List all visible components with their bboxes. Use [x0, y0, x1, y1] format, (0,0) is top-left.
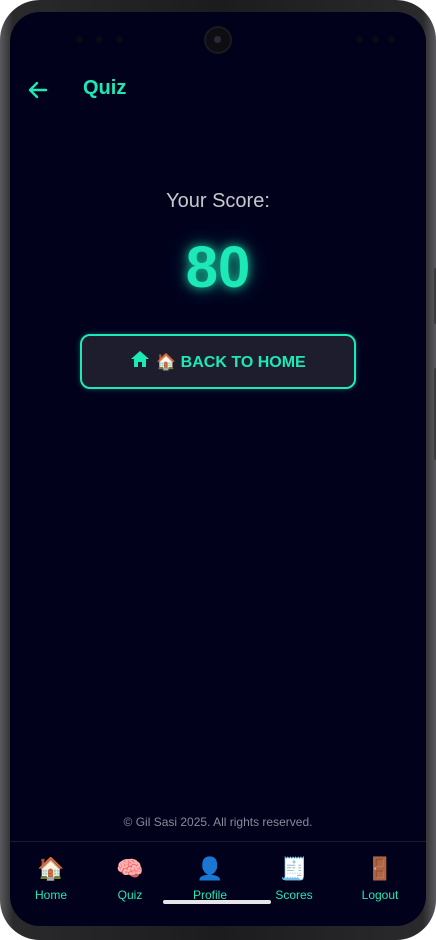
front-camera [206, 28, 230, 52]
phone-frame: Quiz Your Score: 80 🏠 BACK TO HOME © Gil… [0, 0, 436, 940]
nav-label: Logout [361, 888, 399, 902]
copyright-text: © Gil Sasi 2025. All rights reserved. [123, 815, 313, 829]
score-value: 80 [185, 235, 251, 300]
wifi-icon [356, 36, 363, 43]
nav-item-quiz[interactable]: 🧠 Quiz [90, 842, 170, 914]
nav-item-logout[interactable]: 🚪 Logout [340, 842, 420, 914]
score-label: Your Score: [166, 190, 270, 212]
gesture-home-indicator[interactable] [163, 900, 271, 904]
status-bar [10, 12, 426, 60]
app-bar: Quiz [10, 68, 426, 112]
back-to-home-button[interactable]: 🏠 BACK TO HOME [80, 334, 356, 389]
page-title: Quiz [83, 77, 127, 99]
receipt-icon: 🧾 [280, 856, 308, 881]
app-screen: Quiz Your Score: 80 🏠 BACK TO HOME © Gil… [10, 12, 426, 926]
back-arrow-icon[interactable] [26, 78, 50, 102]
home-icon [130, 350, 150, 373]
brain-icon: 🧠 [116, 856, 144, 881]
battery-icon [388, 36, 395, 43]
home-icon: 🏠 [37, 856, 65, 881]
signal-icon [372, 36, 379, 43]
nav-label: Quiz [117, 888, 143, 902]
user-icon: 👤 [196, 856, 224, 881]
bottom-navigation: 🏠 Home 🧠 Quiz 👤 Profile 🧾 Scores 🚪 Logou… [10, 842, 426, 926]
status-icon [76, 36, 83, 43]
door-icon: 🚪 [366, 856, 394, 881]
nav-label: Home [34, 888, 67, 902]
status-icon [96, 36, 103, 43]
back-to-home-label: 🏠 BACK TO HOME [156, 353, 306, 371]
nav-item-home[interactable]: 🏠 Home [11, 842, 91, 914]
status-icon [116, 36, 123, 43]
